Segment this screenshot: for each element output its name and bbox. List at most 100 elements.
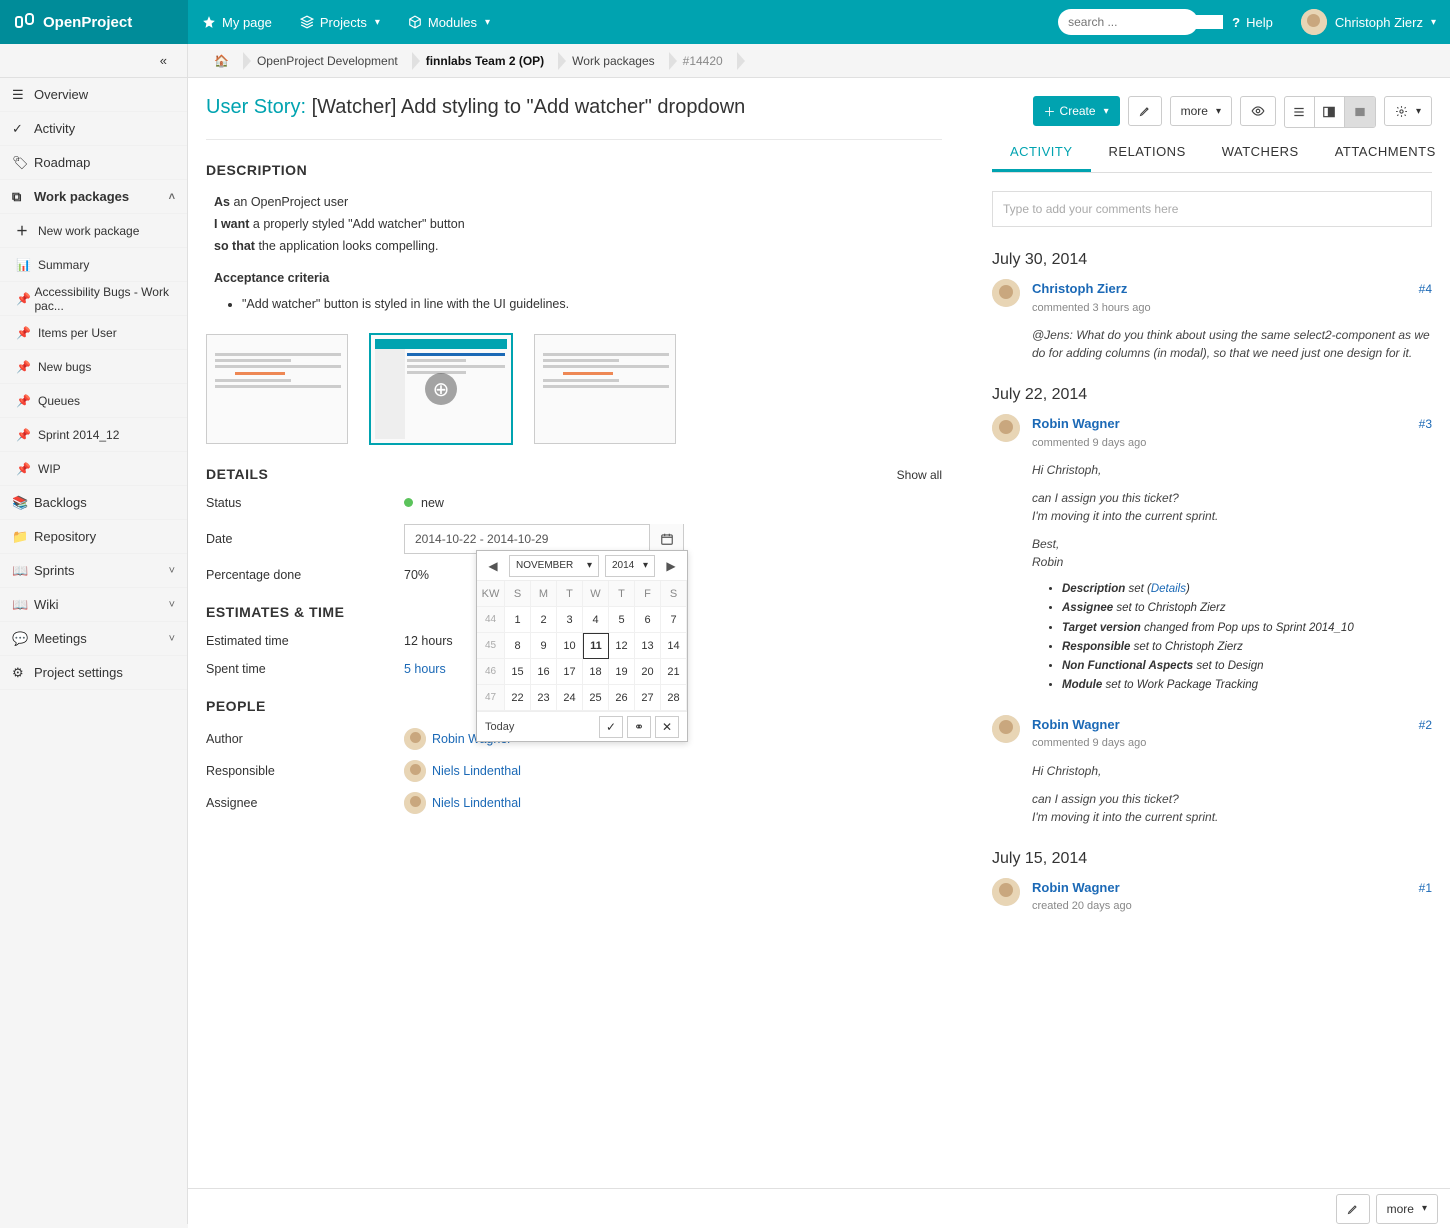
nav-projects[interactable]: Projects▾ [286, 0, 394, 44]
tab-watchers[interactable]: WATCHERS [1204, 134, 1317, 172]
datepicker-close[interactable]: ✕ [655, 716, 679, 738]
activity-user-link[interactable]: Robin Wagner [1032, 414, 1120, 434]
attachment-thumb-3[interactable] [534, 334, 676, 444]
dp-day[interactable]: 19 [609, 659, 635, 685]
edit-button[interactable] [1128, 96, 1162, 126]
breadcrumb-home[interactable]: 🏠 [200, 44, 243, 78]
datepicker-prev[interactable]: ◀ [483, 559, 503, 573]
dp-day-selected[interactable]: 11 [583, 633, 609, 659]
sidebar-item-activity[interactable]: ✓Activity [0, 112, 187, 146]
view-split-button[interactable] [1315, 97, 1345, 127]
sidebar-item-new-bugs[interactable]: 📌New bugs [0, 350, 187, 384]
dp-day[interactable]: 24 [557, 685, 583, 711]
sidebar-item-accessibility-bugs[interactable]: 📌Accessibility Bugs - Work pac... [0, 282, 187, 316]
dp-day[interactable]: 17 [557, 659, 583, 685]
tab-attachments[interactable]: ATTACHMENTS [1317, 134, 1450, 172]
tab-relations[interactable]: RELATIONS [1091, 134, 1204, 172]
dp-day[interactable]: 14 [661, 633, 687, 659]
dp-day[interactable]: 8 [505, 633, 531, 659]
breadcrumb-project[interactable]: OpenProject Development [243, 44, 412, 78]
activity-anchor[interactable]: #3 [1419, 415, 1432, 433]
view-list-button[interactable] [1285, 97, 1315, 127]
nav-modules[interactable]: Modules▾ [394, 0, 504, 44]
dp-day[interactable]: 23 [531, 685, 557, 711]
sidebar-item-roadmap[interactable]: 🏷Roadmap [0, 146, 187, 180]
sidebar-item-work-packages[interactable]: ⧉Work packages˄ [0, 180, 187, 214]
dp-day[interactable]: 4 [583, 607, 609, 633]
footer-more-button[interactable]: more▾ [1376, 1194, 1438, 1224]
datepicker-today-link[interactable]: Today [485, 721, 514, 733]
brand-logo[interactable]: OpenProject [0, 0, 188, 44]
global-search[interactable] [1058, 9, 1198, 35]
sidebar-item-sprints[interactable]: 📖Sprints˅ [0, 554, 187, 588]
comment-input[interactable]: Type to add your comments here [992, 191, 1432, 227]
sidebar-item-items-per-user[interactable]: 📌Items per User [0, 316, 187, 350]
tab-activity[interactable]: ACTIVITY [992, 134, 1091, 172]
view-full-button[interactable] [1345, 97, 1375, 127]
sidebar-item-sprint-2014-12[interactable]: 📌Sprint 2014_12 [0, 418, 187, 452]
sidebar-collapse-button[interactable]: « [0, 44, 187, 78]
dp-day[interactable]: 9 [531, 633, 557, 659]
dp-day[interactable]: 20 [635, 659, 661, 685]
nav-user-menu[interactable]: Christoph Zierz▾ [1287, 0, 1450, 44]
breadcrumb-team[interactable]: finnlabs Team 2 (OP) [412, 44, 558, 78]
sidebar-item-backlogs[interactable]: 📚Backlogs [0, 486, 187, 520]
activity-user-link[interactable]: Christoph Zierz [1032, 279, 1127, 299]
dp-day[interactable]: 2 [531, 607, 557, 633]
dp-day[interactable]: 18 [583, 659, 609, 685]
sidebar-item-project-settings[interactable]: ⚙Project settings [0, 656, 187, 690]
activity-anchor[interactable]: #1 [1419, 879, 1432, 897]
footer-edit-button[interactable] [1336, 1194, 1370, 1224]
dp-day[interactable]: 7 [661, 607, 687, 633]
dp-day[interactable]: 15 [505, 659, 531, 685]
dp-day[interactable]: 3 [557, 607, 583, 633]
dp-day[interactable]: 21 [661, 659, 687, 685]
sidebar-item-new-wp[interactable]: ＋New work package [0, 214, 187, 248]
search-input[interactable] [1068, 15, 1223, 29]
dp-day[interactable]: 28 [661, 685, 687, 711]
assignee-link[interactable]: Niels Lindenthal [432, 796, 521, 810]
dp-day[interactable]: 22 [505, 685, 531, 711]
dp-day[interactable]: 27 [635, 685, 661, 711]
sidebar-item-summary[interactable]: 📊Summary [0, 248, 187, 282]
pencil-icon [1347, 1203, 1359, 1215]
datepicker-month-select[interactable]: NOVEMBER▾ [509, 555, 599, 577]
nav-my-page[interactable]: My page [188, 0, 286, 44]
details-link[interactable]: Details [1151, 583, 1186, 595]
activity-anchor[interactable]: #4 [1419, 280, 1432, 298]
responsible-link[interactable]: Niels Lindenthal [432, 764, 521, 778]
spent-time-link[interactable]: 5 hours [404, 662, 446, 676]
attachment-thumb-2[interactable] [370, 334, 512, 444]
dp-day[interactable]: 5 [609, 607, 635, 633]
dp-day[interactable]: 13 [635, 633, 661, 659]
dp-day[interactable]: 25 [583, 685, 609, 711]
activity-user-link[interactable]: Robin Wagner [1032, 878, 1120, 898]
breadcrumb-id[interactable]: #14420 [669, 44, 737, 78]
sidebar-item-overview[interactable]: ☰Overview [0, 78, 187, 112]
activity-anchor[interactable]: #2 [1419, 716, 1432, 734]
dp-day[interactable]: 26 [609, 685, 635, 711]
sidebar-item-wip[interactable]: 📌WIP [0, 452, 187, 486]
dp-day[interactable]: 16 [531, 659, 557, 685]
create-button[interactable]: ＋Create▾ [1033, 96, 1120, 126]
sidebar-item-repository[interactable]: 📁Repository [0, 520, 187, 554]
sidebar-item-meetings[interactable]: 💬Meetings˅ [0, 622, 187, 656]
datepicker-link[interactable]: ⚭ [627, 716, 651, 738]
datepicker-year-select[interactable]: 2014▾ [605, 555, 655, 577]
datepicker-next[interactable]: ▶ [661, 559, 681, 573]
nav-help[interactable]: ? Help [1218, 0, 1287, 44]
settings-button[interactable]: ▾ [1384, 96, 1432, 126]
dp-day[interactable]: 10 [557, 633, 583, 659]
datepicker-confirm[interactable]: ✓ [599, 716, 623, 738]
sidebar-item-queues[interactable]: 📌Queues [0, 384, 187, 418]
watch-button[interactable] [1240, 96, 1276, 126]
show-all-link[interactable]: Show all [897, 468, 942, 482]
attachment-thumb-1[interactable] [206, 334, 348, 444]
sidebar-item-wiki[interactable]: 📖Wiki˅ [0, 588, 187, 622]
dp-day[interactable]: 1 [505, 607, 531, 633]
dp-day[interactable]: 12 [609, 633, 635, 659]
dp-day[interactable]: 6 [635, 607, 661, 633]
more-button[interactable]: more▾ [1170, 96, 1232, 126]
activity-user-link[interactable]: Robin Wagner [1032, 715, 1120, 735]
breadcrumb-section[interactable]: Work packages [558, 44, 668, 78]
